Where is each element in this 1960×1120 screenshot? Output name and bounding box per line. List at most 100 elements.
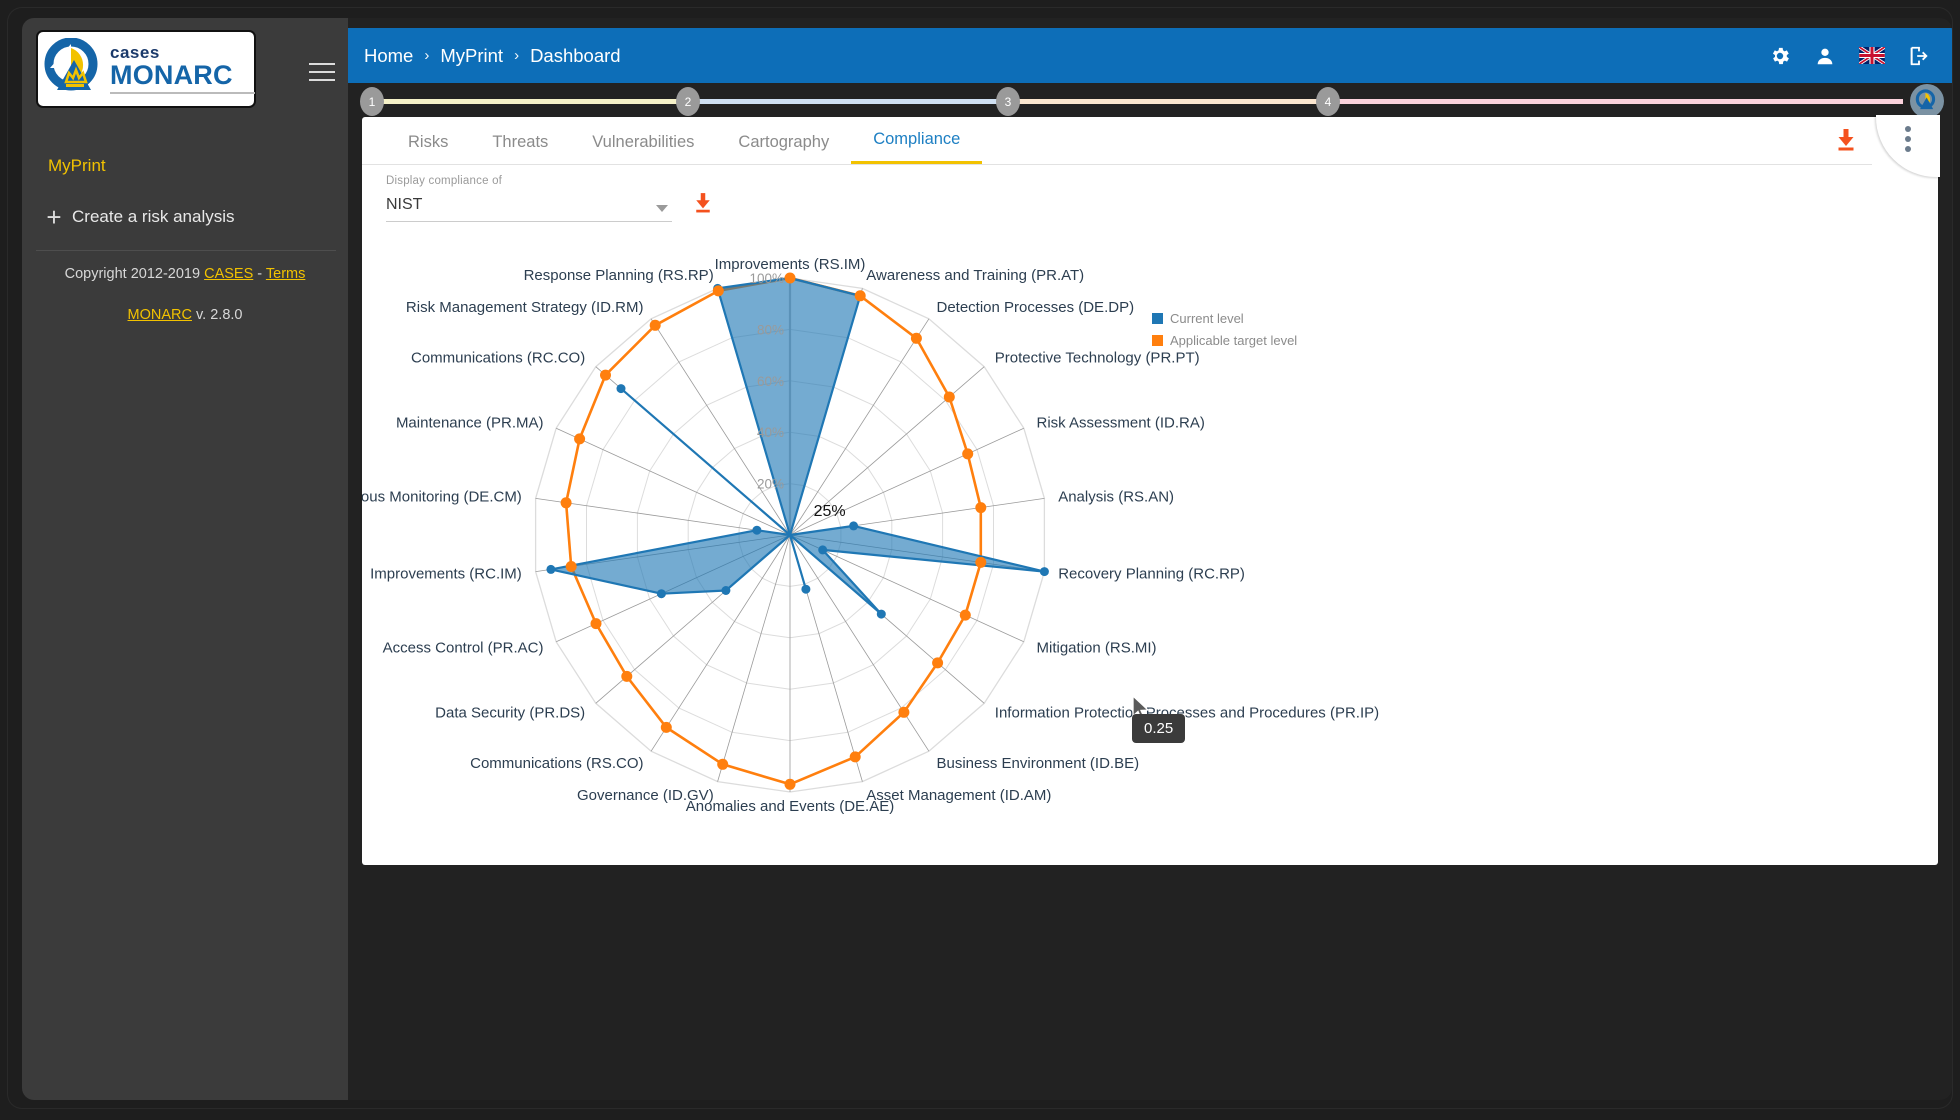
flag-uk-icon[interactable] (1859, 47, 1885, 64)
chart-tooltip: 0.25 (1132, 714, 1186, 743)
data-point[interactable] (818, 545, 828, 555)
radial-tick-label: 20% (757, 477, 784, 492)
header-actions (1769, 45, 1930, 67)
axis-category-label: Recovery Planning (RC.RP) (1058, 566, 1245, 583)
sidebar-title: MyPrint (48, 156, 106, 175)
legend-label[interactable]: Applicable target level (1170, 333, 1297, 348)
data-point[interactable] (660, 721, 672, 733)
data-point[interactable] (784, 272, 796, 284)
data-point[interactable] (565, 561, 577, 572)
step-node-3[interactable]: 3 (996, 87, 1020, 116)
axis-category-label: Mitigation (RS.MI) (1037, 640, 1157, 657)
axis-category-label: Awareness and Training (PR.AT) (866, 267, 1084, 284)
step-node-1[interactable]: 1 (360, 87, 384, 116)
data-point[interactable] (752, 525, 762, 535)
axis-category-label: Analysis (RS.AN) (1058, 488, 1174, 505)
data-point[interactable] (849, 521, 859, 531)
data-point[interactable] (590, 618, 602, 630)
terms-link[interactable]: Terms (266, 266, 305, 282)
breadcrumb-item-home[interactable]: Home (364, 45, 413, 67)
tab-vulnerabilities[interactable]: Vulnerabilities (570, 133, 716, 164)
filter-label: Display compliance of (386, 175, 503, 187)
data-point[interactable] (975, 502, 987, 514)
sidebar: cases MONARC MyPrint + Create a risk ana… (22, 18, 348, 1100)
data-point[interactable] (600, 369, 611, 381)
legend-swatch (1152, 335, 1163, 346)
data-point[interactable] (801, 584, 811, 594)
gear-icon[interactable] (1769, 45, 1791, 67)
card-menu-button[interactable] (1876, 115, 1940, 177)
copyright-dash: - (253, 266, 266, 282)
data-point[interactable] (712, 285, 724, 297)
sidebar-divider (36, 250, 336, 251)
monarc-link[interactable]: MONARC (128, 307, 192, 323)
step-segment-3 (1008, 99, 1328, 104)
step-end-badge-icon[interactable] (1910, 84, 1944, 118)
axis-category-label: Response Planning (RS.RP) (524, 267, 714, 284)
logo-divider (110, 92, 255, 94)
grid-spoke (535, 498, 791, 536)
logo-wordmark: cases MONARC (110, 44, 255, 94)
radial-tick-label: 80% (757, 322, 784, 337)
logo-monarc-text: MONARC (110, 60, 233, 90)
data-point[interactable] (546, 564, 556, 574)
hamburger-icon[interactable] (309, 63, 335, 83)
user-icon[interactable] (1814, 45, 1836, 67)
radial-tick-label: 40% (757, 425, 784, 440)
breadcrumb-item-dashboard[interactable]: Dashboard (530, 45, 621, 67)
filter-row: NIST (386, 193, 806, 222)
data-point[interactable] (574, 433, 586, 445)
data-point[interactable] (560, 497, 572, 509)
version-number: v. 2.8.0 (191, 307, 243, 323)
data-point[interactable] (876, 609, 886, 619)
data-point[interactable] (898, 706, 910, 718)
breadcrumb-item-myprint[interactable]: MyPrint (440, 45, 503, 67)
compliance-filter: Display compliance of NIST (386, 175, 806, 222)
tab-risks[interactable]: Risks (386, 133, 470, 164)
breadcrumb: Home › MyPrint › Dashboard (364, 45, 621, 67)
data-point[interactable] (656, 589, 666, 599)
data-point[interactable] (621, 670, 633, 682)
logout-icon[interactable] (1908, 45, 1930, 67)
app-logo[interactable]: cases MONARC (36, 30, 256, 108)
axis-category-label: Data Security (PR.DS) (435, 705, 585, 722)
data-point[interactable] (962, 448, 974, 460)
data-point[interactable] (1039, 567, 1049, 577)
grid-spoke (556, 427, 791, 536)
legend-label[interactable]: Current level (1170, 311, 1244, 326)
axis-category-label: Detection Processes (DE.DP) (937, 299, 1135, 316)
axis-category-label: Protective Technology (PR.PT) (995, 350, 1200, 367)
download-report-icon[interactable] (1836, 129, 1856, 156)
cases-link[interactable]: CASES (204, 266, 253, 282)
radar-chart-svg[interactable]: 20% 40% 60% 80% 100%Improvements (RS.IM)Awar… (362, 225, 1938, 865)
axis-category-label: Anomalies and Events (DE.AE) (686, 798, 894, 815)
tab-cartography[interactable]: Cartography (716, 133, 851, 164)
step-segment-4 (1328, 99, 1903, 104)
compliance-radar-chart: 20% 40% 60% 80% 100% Improvements (RS.IM) Awar… (362, 225, 1938, 865)
data-point[interactable] (616, 384, 626, 394)
data-point[interactable] (721, 586, 731, 595)
data-point[interactable] (784, 778, 796, 790)
data-point[interactable] (854, 290, 866, 302)
copyright-prefix: Copyright 2012-2019 (64, 266, 205, 282)
compliance-select[interactable]: NIST (386, 196, 672, 222)
data-point[interactable] (932, 657, 944, 669)
data-point[interactable] (943, 391, 955, 403)
step-segment-1 (372, 99, 688, 104)
tab-threats[interactable]: Threats (470, 133, 570, 164)
data-point[interactable] (975, 556, 987, 568)
compliance-select-value: NIST (386, 196, 423, 213)
step-node-2[interactable]: 2 (676, 87, 700, 116)
axis-category-label: Risk Assessment (ID.RA) (1037, 414, 1205, 431)
breadcrumb-separator-icon: › (424, 47, 430, 64)
download-compliance-icon[interactable] (694, 193, 712, 218)
data-point[interactable] (910, 332, 922, 344)
step-node-4[interactable]: 4 (1316, 87, 1340, 116)
tab-compliance[interactable]: Compliance (851, 130, 983, 164)
axis-category-label: Communications (RC.CO) (411, 350, 585, 367)
create-risk-analysis-button[interactable]: + Create a risk analysis (36, 193, 336, 241)
data-point[interactable] (649, 319, 661, 331)
data-point[interactable] (959, 609, 971, 621)
data-point[interactable] (717, 758, 729, 770)
data-point[interactable] (849, 751, 861, 763)
